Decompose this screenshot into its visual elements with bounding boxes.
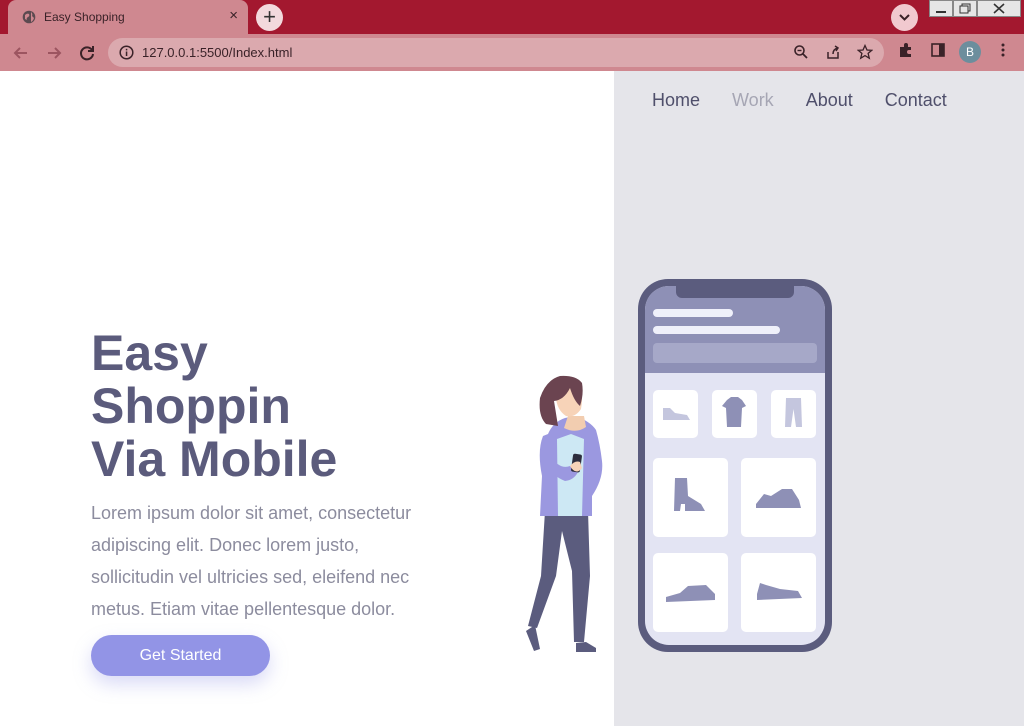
- get-started-button[interactable]: Get Started: [91, 635, 270, 676]
- restore-icon: [959, 3, 971, 14]
- hero-title: Easy Shoppin Via Mobile: [91, 327, 337, 486]
- extensions-puzzle-icon[interactable]: [898, 42, 914, 58]
- back-arrow-icon[interactable]: [10, 42, 32, 64]
- minimize-button[interactable]: [929, 0, 953, 17]
- hero-title-line-2: Shoppin: [91, 378, 291, 434]
- minimize-icon: [936, 11, 946, 13]
- menu-kebab-icon[interactable]: [995, 42, 1011, 58]
- tab-search-button[interactable]: [891, 4, 918, 31]
- tab-title: Easy Shopping: [44, 10, 125, 24]
- hero-title-line-3: Via Mobile: [91, 431, 338, 487]
- url-text[interactable]: 127.0.0.1:5500/Index.html: [142, 45, 292, 60]
- page-viewport: Home Work About Contact Easy Shoppin Via…: [0, 71, 1024, 726]
- globe-icon: [22, 10, 36, 24]
- hero-title-line-1: Easy: [91, 325, 208, 381]
- close-window-button[interactable]: [977, 0, 1021, 17]
- close-icon: [993, 3, 1005, 14]
- hero-description: Lorem ipsum dolor sit amet, consectetur …: [91, 503, 412, 619]
- address-bar[interactable]: 127.0.0.1:5500/Index.html: [108, 38, 884, 67]
- phone-illustration: [638, 279, 832, 652]
- new-tab-button[interactable]: +: [256, 4, 283, 31]
- side-panel-icon[interactable]: [930, 42, 946, 58]
- nav-contact[interactable]: Contact: [885, 90, 947, 111]
- nav-work[interactable]: Work: [732, 90, 774, 111]
- mobile-shopping-illustration: [526, 279, 832, 652]
- woman-illustration: [526, 375, 603, 652]
- chevron-down-icon: [899, 14, 910, 21]
- nav-about[interactable]: About: [806, 90, 853, 111]
- tab-close-icon[interactable]: ×: [229, 8, 238, 24]
- star-icon[interactable]: [857, 44, 873, 60]
- restore-button[interactable]: [953, 0, 977, 17]
- main-nav: Home Work About Contact: [652, 90, 947, 111]
- zoom-icon[interactable]: [793, 44, 809, 60]
- browser-tab[interactable]: Easy Shopping ×: [8, 0, 248, 34]
- profile-avatar[interactable]: B: [959, 41, 981, 63]
- info-icon[interactable]: [119, 45, 134, 60]
- browser-tabstrip: Easy Shopping × +: [0, 0, 1024, 34]
- reload-icon[interactable]: [76, 42, 98, 64]
- share-icon[interactable]: [825, 44, 841, 60]
- forward-arrow-icon[interactable]: [43, 42, 65, 64]
- browser-toolbar: 127.0.0.1:5500/Index.html B: [0, 34, 1024, 71]
- nav-home[interactable]: Home: [652, 90, 700, 111]
